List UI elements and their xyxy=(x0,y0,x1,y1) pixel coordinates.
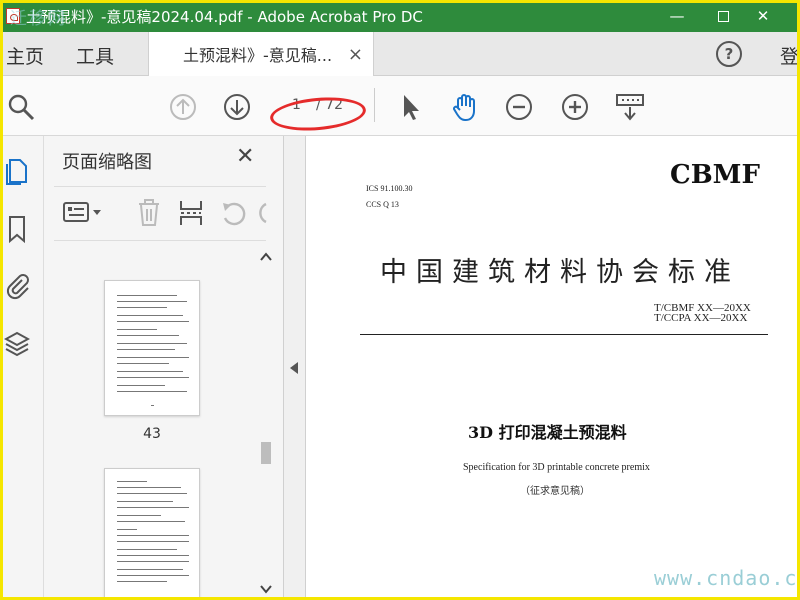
layers-icon[interactable] xyxy=(4,330,30,360)
tab-tools[interactable]: 工具 xyxy=(76,42,114,69)
collapse-left-icon[interactable] xyxy=(290,362,298,374)
thumbnails-panel: 页面缩略图 ✕ 43 xyxy=(44,136,284,600)
scrollbar-thumb[interactable] xyxy=(261,442,271,464)
zoom-out-icon[interactable] xyxy=(504,92,534,122)
thumbnails-panel-title: 页面缩略图 xyxy=(62,152,152,173)
minimize-button[interactable]: — xyxy=(654,0,700,32)
ccs-code: CCS Q 13 xyxy=(366,200,399,209)
maximize-icon xyxy=(717,10,729,22)
thumbnail-page-label: 43 xyxy=(143,426,161,442)
brand-logo-text: CBMF xyxy=(670,160,760,190)
next-page-icon[interactable] xyxy=(222,92,252,122)
help-button[interactable]: ? xyxy=(716,41,742,67)
previous-page-icon[interactable] xyxy=(168,92,198,122)
document-page: CBMF ICS 91.100.30 CCS Q 13 中国建筑材料协会标准 T… xyxy=(306,136,800,600)
attachment-icon[interactable] xyxy=(4,270,30,300)
page-thumbnails-icon[interactable] xyxy=(4,156,30,186)
standard-number-2: T/CCPA XX—20XX xyxy=(654,312,748,324)
rotate-clockwise-icon[interactable] xyxy=(258,198,268,228)
menu-row: 主页 工具 土预混料》-意见稿... × ? 登 xyxy=(0,32,800,76)
select-cursor-icon[interactable] xyxy=(396,92,426,122)
thumbnail-page-43[interactable] xyxy=(104,280,200,416)
sign-in-button[interactable]: 登 xyxy=(780,42,799,69)
panel-divider xyxy=(54,186,266,187)
document-tab-label: 土预混料》-意见稿... xyxy=(183,46,333,65)
panel-collapse-strip[interactable] xyxy=(284,136,306,600)
toolbar-divider xyxy=(374,88,375,122)
zoom-dropdown-icon[interactable] xyxy=(614,92,646,122)
title-bar: 土预混料》-意见稿2024.04.pdf - Adobe Acrobat Pro… xyxy=(0,0,800,32)
draft-note: （征求意见稿） xyxy=(520,486,590,497)
hand-tool-icon[interactable] xyxy=(450,92,480,122)
document-title-english: Specification for 3D printable concrete … xyxy=(463,462,650,473)
thumbnail-page-44[interactable] xyxy=(104,468,200,600)
watermark-bottom: www.cndao.com xyxy=(654,566,800,590)
document-title: 3D 打印混凝土预混料 xyxy=(468,423,627,442)
navigation-rail xyxy=(0,136,44,600)
rotate-counterclockwise-icon[interactable] xyxy=(220,198,248,228)
search-icon[interactable] xyxy=(6,92,36,122)
tab-home[interactable]: 主页 xyxy=(6,42,44,69)
close-window-button[interactable]: ✕ xyxy=(740,0,786,32)
insert-page-icon[interactable] xyxy=(178,198,204,228)
window-title: 土预混料》-意见稿2024.04.pdf - Adobe Acrobat Pro… xyxy=(26,7,423,26)
watermark-top: 迁移网 xyxy=(10,9,67,29)
delete-page-icon[interactable] xyxy=(136,198,162,228)
thumbnails-close-button[interactable]: ✕ xyxy=(236,144,254,169)
organization-heading: 中国建筑材料协会标准 xyxy=(380,257,740,288)
document-tab[interactable]: 土预混料》-意见稿... × xyxy=(148,32,374,76)
thumbnail-options-icon[interactable] xyxy=(62,198,106,226)
header-rule xyxy=(360,334,768,335)
toolbar: 1 / 72 xyxy=(0,76,800,136)
scroll-up-icon[interactable] xyxy=(258,250,274,264)
zoom-in-icon[interactable] xyxy=(560,92,590,122)
bookmark-icon[interactable] xyxy=(4,214,30,244)
scroll-down-icon[interactable] xyxy=(258,582,274,596)
ics-code: ICS 91.100.30 xyxy=(366,184,413,193)
thumbnails-scrollbar[interactable] xyxy=(258,250,274,596)
panel-divider xyxy=(54,240,266,241)
document-tab-close-button[interactable]: × xyxy=(348,44,363,65)
